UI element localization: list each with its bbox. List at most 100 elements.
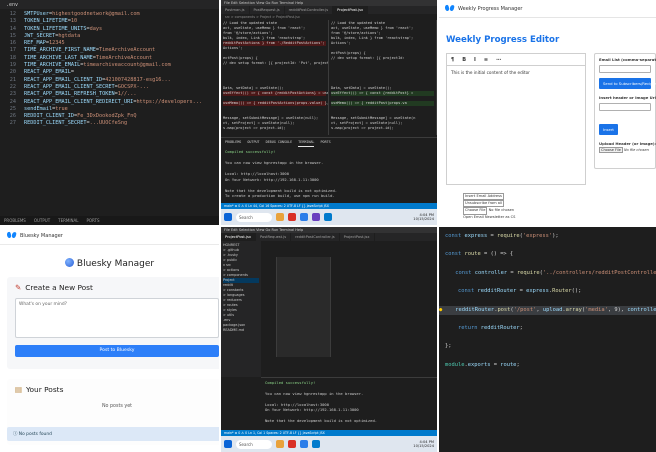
editor-area[interactable] <box>276 257 331 357</box>
toolbar-button[interactable]: ¶ <box>451 57 454 63</box>
panel-tab[interactable]: TERMINAL <box>58 218 78 223</box>
editor-tab[interactable]: ProjectPost.jsx <box>340 233 375 241</box>
rich-text-editor[interactable]: ¶ B I ≡ ⋯ This is the initial content of the… <box>446 53 586 185</box>
diff-left-pane[interactable]: // Load the updated state act, useState,… <box>221 20 329 135</box>
windows-start-icon[interactable] <box>224 440 232 448</box>
file-explorer-icon[interactable] <box>276 213 284 221</box>
env-line-text: TIME_ARCHIVE_EMAIL=timearchiveaccount@gm… <box>24 62 171 69</box>
line-number: 14 <box>9 25 16 32</box>
env-value: 421007428817-esg16... <box>105 76 171 83</box>
code-token: express <box>526 288 549 295</box>
file-explorer[interactable]: HGNREST > .github > .husky > public v src > a… <box>221 241 261 377</box>
env-line-text: REACT_APP_EMAIL_CLIENT_ID=421007428817-e… <box>24 77 171 84</box>
env-line-text: TIME_ARCHIVE_LAST_NAME=TimeArchiveAccoun… <box>24 55 152 62</box>
terminal-tab[interactable]: PORTS <box>320 140 330 147</box>
taskbar-search[interactable]: Search <box>236 439 272 449</box>
code-line <box>439 260 656 269</box>
code-line: module. exports = route; <box>439 361 656 370</box>
editor-tab[interactable]: redditPostController.js <box>291 233 340 241</box>
create-post-card: ✎ Create a New Post What's on your mind? … <box>7 277 219 369</box>
posts-icon: ▤ <box>15 385 22 394</box>
code-line <box>439 241 656 250</box>
chrome-icon[interactable] <box>288 440 296 448</box>
env-value: GOCSPX-... <box>117 83 149 90</box>
code-token: Router <box>552 288 572 295</box>
your-posts-heading: ▤ Your Posts <box>15 385 219 394</box>
toolbar-button[interactable]: ⋯ <box>496 57 501 63</box>
terminal-output[interactable]: Compiled successfully! You can now view … <box>261 377 437 427</box>
env-value: 1//... <box>117 91 137 98</box>
terminal-tab[interactable]: PROBLEMS <box>225 140 241 147</box>
choose-file-button[interactable]: Choose File <box>599 147 623 153</box>
diff-right-pane[interactable]: // Load the updated state act, useState,… <box>329 20 437 135</box>
chrome-icon[interactable] <box>288 213 296 221</box>
email-list-input[interactable] <box>599 65 651 73</box>
editor-tab[interactable]: Postman.js <box>221 6 250 14</box>
terminal-line: Note that the development build is not o… <box>265 417 378 423</box>
editor-tab[interactable]: ProjectPost.jsx <box>221 233 256 241</box>
post-textarea[interactable]: What's on your mind? <box>15 298 219 338</box>
code-token: }; <box>445 343 452 350</box>
code-token: require <box>516 269 540 276</box>
panel-tab[interactable]: OUTPUT <box>34 218 50 223</box>
vscode-icon[interactable] <box>312 440 320 448</box>
terminal-tab[interactable]: DEBUG CONSOLE <box>266 140 293 147</box>
teams-icon[interactable] <box>312 213 320 221</box>
butterfly-logo-icon <box>445 5 454 12</box>
code-token: = <box>490 361 501 368</box>
code-token: redditRouter <box>480 325 520 332</box>
editor-content[interactable]: This is the initial content of the edito… <box>447 66 585 79</box>
file-picker[interactable]: Choose File No file chosen <box>599 147 651 153</box>
file-explorer-icon[interactable] <box>276 440 284 448</box>
code-token: const <box>445 251 465 258</box>
app-title: Weekly Progress Manager <box>458 5 523 12</box>
env-line-text: TOKEN_LIFETIME_UNITS=days <box>24 26 102 33</box>
insert-button[interactable]: Insert <box>599 124 618 135</box>
vscode-icon[interactable] <box>324 213 332 221</box>
route-code-editor: const express = require('express'); cons… <box>439 227 656 452</box>
code-token: express <box>464 233 488 239</box>
footer-choose-file-button[interactable]: Choose File <box>463 207 488 215</box>
toolbar-button[interactable]: I <box>474 57 476 63</box>
terminal-panel[interactable]: PROBLEMS OUTPUT DEBUG CONSOLE TERMINAL PORTS… <box>221 137 437 203</box>
send-button[interactable]: Send to Subscribers/Recipients <box>599 78 656 89</box>
env-value: TimeArchiveAccount <box>98 47 156 54</box>
edge-icon[interactable] <box>300 440 308 448</box>
env-line-text: TOKEN_LIFETIME=10 <box>24 18 77 25</box>
image-url-input[interactable] <box>599 103 651 111</box>
line-number: 21 <box>9 76 16 83</box>
insert-email-field[interactable]: Insert Email Address <box>463 193 504 201</box>
line-number: 22 <box>9 83 16 90</box>
editor-tab[interactable]: PostRequest.js <box>256 233 292 241</box>
code-line: 21 REACT_APP_EMAIL_CLIENT_ID=421007428817… <box>0 77 219 84</box>
edge-icon[interactable] <box>300 213 308 221</box>
code-line: 18 TIME_ARCHIVE_LAST_NAME=TimeArchiveAcco… <box>0 55 219 62</box>
panel-tab[interactable]: PORTS <box>87 218 100 223</box>
taskbar-search[interactable]: Search <box>236 212 272 222</box>
route-code-area[interactable]: const express = require('express'); cons… <box>439 227 656 370</box>
editor-tab[interactable]: PostRequest.js <box>250 6 285 14</box>
terminal-tab[interactable]: OUTPUT <box>247 140 259 147</box>
code-token: const <box>457 288 478 295</box>
toolbar-button[interactable]: ≡ <box>484 57 488 63</box>
terminal-tab[interactable]: TERMINAL <box>298 140 315 147</box>
terminal-line: To create a production build, use npm ru… <box>225 193 335 199</box>
code-line: const controller = require('../controlle… <box>439 269 656 278</box>
editor-tab[interactable]: redditPostController.js <box>285 6 334 14</box>
toolbar-button[interactable]: B <box>462 57 466 63</box>
app-header: Bluesky Manager <box>0 227 219 245</box>
unsubscribe-field[interactable]: Unsubscribe from all <box>463 200 505 208</box>
env-value: Fe_3DxDookodZpk_FnQ <box>77 113 137 120</box>
env-code-area[interactable]: 12 SMTPUser=highestgoodnetwork@gmail.com 1… <box>0 9 219 128</box>
windows-start-icon[interactable] <box>224 213 232 221</box>
code-line: const route = () => { <box>439 250 656 259</box>
taskbar-clock: 4:04 PM 10/15/2024 <box>413 439 434 449</box>
env-file-tab[interactable]: .env <box>0 0 219 9</box>
env-value: ...UUOCfeSng <box>89 120 128 127</box>
post-to-bluesky-button[interactable]: Post to Bluesky <box>15 345 219 357</box>
panel-tab[interactable]: PROBLEMS <box>4 218 26 223</box>
butterfly-logo-icon <box>7 232 16 239</box>
editor-tab[interactable]: ProjectPost.jsx <box>333 6 369 14</box>
explorer-item[interactable]: README.md <box>223 328 259 333</box>
